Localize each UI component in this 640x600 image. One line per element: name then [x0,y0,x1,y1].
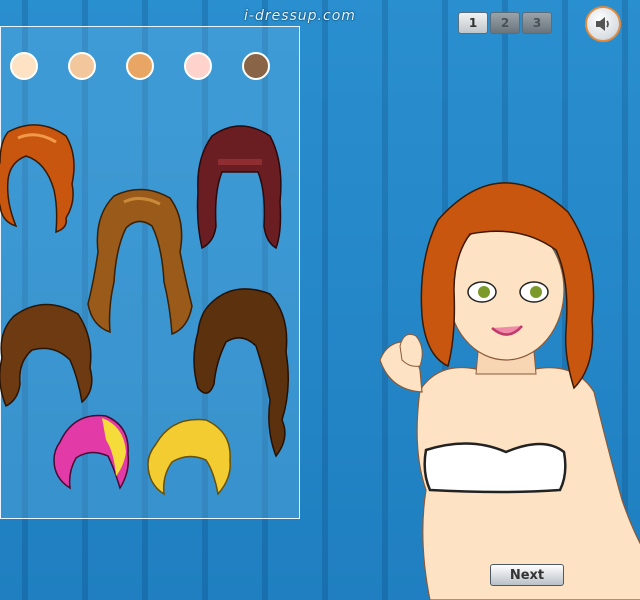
step-3-button[interactable]: 3 [522,12,552,34]
skin-tone-swatch-1[interactable] [10,52,38,80]
site-logo: i-dressup.com [244,8,356,24]
speaker-icon [596,17,609,31]
step-navigation: 1 2 3 [458,12,552,34]
blonde-short-hair-option[interactable] [144,414,236,498]
pink-yellow-short-hair-option[interactable] [50,412,132,494]
long-burgundy-hair-option[interactable] [192,122,288,252]
next-button[interactable]: Next [490,564,564,586]
orange-curly-hair-option[interactable] [0,122,80,237]
skin-tone-swatch-4[interactable] [184,52,212,80]
step-2-button[interactable]: 2 [490,12,520,34]
long-light-brown-hair-option[interactable] [84,186,198,338]
skin-tone-swatch-5[interactable] [242,52,270,80]
sound-toggle-button[interactable] [585,6,621,42]
short-brown-wavy-hair-option[interactable] [0,298,98,408]
dressup-model [379,182,640,600]
skin-tone-swatch-3[interactable] [126,52,154,80]
skin-tone-swatch-2[interactable] [68,52,96,80]
step-1-button[interactable]: 1 [458,12,488,34]
